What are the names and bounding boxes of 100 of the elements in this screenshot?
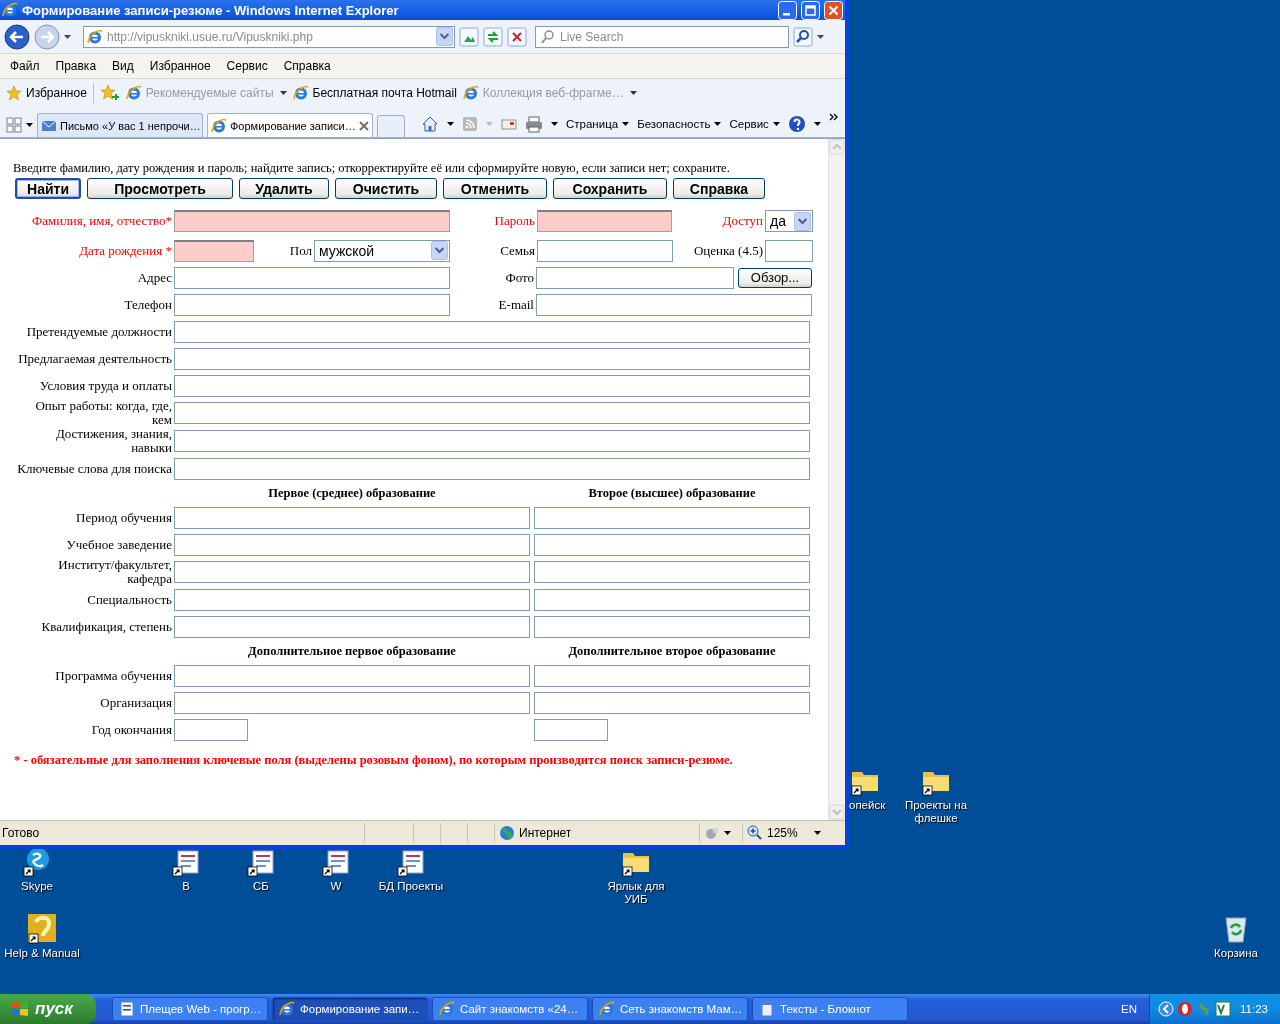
form-button[interactable]: Сохранить <box>553 178 667 199</box>
browser-tab[interactable]: Письмо «У вас 1 непрочи… <box>37 113 203 137</box>
caret-icon[interactable] <box>772 122 780 126</box>
menu-item[interactable]: Вид <box>104 57 142 75</box>
text-field[interactable] <box>174 533 530 556</box>
desktop-icon-label[interactable]: W <box>330 880 342 893</box>
search-field[interactable]: Live Search <box>535 25 789 48</box>
form-button[interactable]: Удалить <box>239 178 329 199</box>
browser-tab[interactable]: Формирование записи… <box>207 113 373 137</box>
text-field[interactable] <box>174 266 450 289</box>
text-field[interactable] <box>174 691 530 714</box>
text-field[interactable] <box>174 457 810 480</box>
text-field[interactable] <box>174 430 810 452</box>
menu-item[interactable]: Правка <box>47 57 105 75</box>
desktop-icon-label[interactable]: Skype <box>21 880 53 893</box>
caret-icon[interactable] <box>551 122 558 126</box>
feed-icon[interactable] <box>462 116 478 132</box>
text-field[interactable] <box>174 506 530 529</box>
text-field[interactable] <box>174 588 530 611</box>
close-tab-icon[interactable] <box>359 120 369 131</box>
zoom-level[interactable]: 125% <box>767 826 810 840</box>
caret-icon[interactable] <box>817 34 824 39</box>
text-field[interactable] <box>174 718 248 741</box>
text-field[interactable] <box>174 402 810 424</box>
zoom-icon[interactable] <box>747 825 763 841</box>
desktop-icon-label[interactable]: СБ <box>253 880 269 893</box>
desktop-icon-label[interactable]: БД Проекты <box>378 880 444 893</box>
print-icon[interactable] <box>525 115 543 133</box>
required-field[interactable] <box>174 239 254 262</box>
taskbar-button[interactable]: Сайт знакомств «24… <box>432 997 588 1021</box>
desktop-icon-label[interactable]: Help & Manual <box>4 947 80 960</box>
desktop-icon-label[interactable]: Корзина <box>1214 947 1258 960</box>
favorite-link[interactable]: Бесплатная почта Hotmail <box>292 85 457 101</box>
caret-icon[interactable] <box>714 122 722 126</box>
compatibility-icon[interactable] <box>459 26 479 47</box>
favorites-button[interactable]: Избранное <box>6 85 87 101</box>
desktop-icon-label[interactable]: Ярлык для УИБ <box>596 880 676 906</box>
caret-icon[interactable] <box>622 122 630 126</box>
home-icon[interactable] <box>421 115 439 133</box>
text-field[interactable] <box>534 664 810 687</box>
browse-button[interactable]: Обзор... <box>738 267 812 288</box>
caret-icon[interactable] <box>814 831 821 835</box>
text-field[interactable] <box>765 239 813 262</box>
taskbar-button[interactable]: Тексты - Блокнот <box>752 997 908 1021</box>
minimize-icon[interactable] <box>778 0 797 20</box>
text-field[interactable] <box>174 347 810 370</box>
stop-icon[interactable] <box>507 26 527 47</box>
taskbar-button[interactable]: Плещев Web - прогр… <box>112 997 268 1021</box>
taskbar-button[interactable]: Формирование запи… <box>272 997 428 1021</box>
text-field[interactable] <box>174 293 450 316</box>
maximize-icon[interactable] <box>801 0 820 20</box>
refresh-icon[interactable] <box>483 26 503 47</box>
back-icon[interactable] <box>4 23 30 50</box>
text-field[interactable] <box>537 239 673 262</box>
dropdown[interactable]: да <box>765 210 813 232</box>
menu-item[interactable]: Избранное <box>141 57 219 75</box>
text-field[interactable] <box>174 664 530 687</box>
required-field[interactable] <box>174 210 450 232</box>
form-button[interactable]: Просмотреть <box>87 178 233 199</box>
command-menu[interactable]: Безопасность <box>637 118 722 130</box>
form-button[interactable]: Найти <box>15 178 81 199</box>
caret-icon[interactable] <box>26 123 33 127</box>
text-field[interactable] <box>534 615 810 638</box>
form-button[interactable]: Отменить <box>443 178 547 199</box>
text-field[interactable] <box>174 615 530 638</box>
chevron-icon[interactable] <box>828 113 838 121</box>
start-button[interactable]: пуск <box>0 994 96 1024</box>
tray-app-icon[interactable] <box>1215 1001 1232 1017</box>
text-field[interactable] <box>534 561 810 583</box>
mail-icon[interactable] <box>501 116 517 132</box>
help-icon[interactable] <box>787 115 806 133</box>
text-field[interactable] <box>534 691 810 714</box>
text-field[interactable] <box>174 320 810 343</box>
language-indicator[interactable]: EN <box>1121 1003 1138 1015</box>
caret-icon[interactable] <box>813 122 821 126</box>
add-favorite-icon[interactable] <box>99 84 120 102</box>
menu-item[interactable]: Файл <box>2 57 48 75</box>
caret-icon[interactable] <box>447 122 454 126</box>
menu-item[interactable]: Справка <box>275 57 339 75</box>
address-field[interactable]: http://vipusknikі.usue.ru/Vipusknikі.php <box>83 25 455 48</box>
dropdown[interactable]: мужской <box>314 239 450 262</box>
menu-item[interactable]: Сервис <box>218 57 276 75</box>
caret-icon[interactable] <box>64 34 71 39</box>
text-field[interactable] <box>174 374 810 397</box>
text-field[interactable] <box>534 533 810 556</box>
tray-expand-icon[interactable] <box>1158 1001 1175 1017</box>
command-menu[interactable]: Страница <box>566 118 630 130</box>
desktop-icon-label[interactable]: Проекты на флешке <box>896 799 976 825</box>
form-button[interactable]: Справка <box>673 178 765 199</box>
required-field[interactable] <box>537 210 672 232</box>
desktop-icon-label[interactable]: В <box>182 880 190 893</box>
taskbar-button[interactable]: Сеть знакомств Мам… <box>592 997 748 1021</box>
search-icon[interactable] <box>793 26 813 47</box>
text-field[interactable] <box>534 718 608 741</box>
command-menu[interactable]: Сервис <box>729 118 780 130</box>
desktop-icon-label[interactable]: опейск <box>849 799 886 812</box>
caret-icon[interactable] <box>724 831 731 835</box>
text-field[interactable] <box>174 561 530 583</box>
text-field[interactable] <box>536 266 734 289</box>
form-button[interactable]: Очистить <box>335 178 437 199</box>
